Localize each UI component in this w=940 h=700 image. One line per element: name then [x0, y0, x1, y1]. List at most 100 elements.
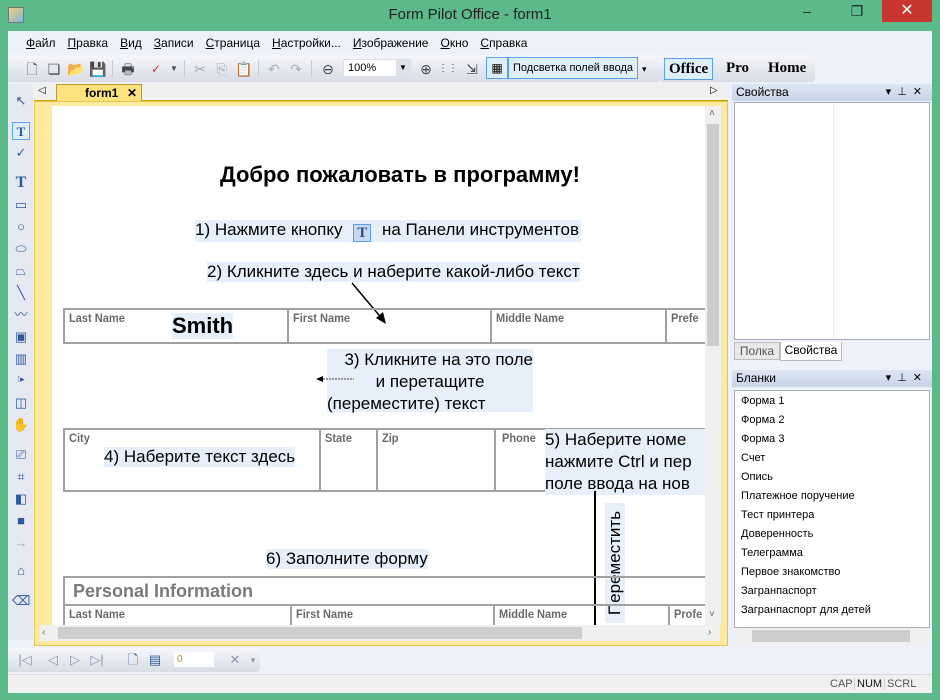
horizontal-scroll-thumb[interactable]: [58, 627, 582, 639]
tab-properties[interactable]: Свойства: [780, 342, 842, 361]
paste-icon[interactable]: 📋: [234, 59, 254, 79]
toolbar-overflow-icon[interactable]: ▾: [642, 64, 647, 75]
hand-icon[interactable]: ✋: [12, 416, 30, 434]
menu-page[interactable]: Страница: [200, 32, 266, 54]
edition-home-button[interactable]: Home: [764, 58, 810, 80]
menu-image[interactable]: Изображение: [347, 32, 435, 54]
scroll-up-icon[interactable]: ˄: [709, 108, 715, 119]
delete-record-icon[interactable]: ✕: [226, 651, 244, 669]
next-record-icon[interactable]: ▷: [66, 651, 84, 669]
list-item[interactable]: Счет: [741, 452, 765, 464]
list-item[interactable]: Телеграмма: [741, 547, 803, 559]
last-name-value[interactable]: Smith: [172, 313, 234, 339]
line-icon[interactable]: ╲: [12, 284, 30, 302]
tab-scroll-left-icon[interactable]: ◁: [38, 85, 46, 96]
list-item[interactable]: Загранпаспорт: [741, 585, 817, 597]
copy-icon[interactable]: ⎘: [212, 59, 232, 79]
new-icon[interactable]: 🗋: [22, 59, 42, 79]
scroll-right-icon[interactable]: ›: [708, 627, 711, 638]
list-item[interactable]: Платежное поручение: [741, 490, 855, 502]
forms-list-scroll-thumb[interactable]: [752, 630, 910, 642]
list-item[interactable]: Тест принтера: [741, 509, 814, 521]
pi-last-name-field[interactable]: Last Name: [65, 606, 292, 625]
print-icon[interactable]: 🖶: [118, 59, 138, 79]
toolbar-overflow-icon[interactable]: ▾: [248, 651, 258, 669]
checkmark-icon[interactable]: ✓: [12, 144, 30, 162]
edition-pro-button[interactable]: Pro: [722, 58, 753, 80]
menu-settings[interactable]: Настройки...: [266, 32, 347, 54]
vertical-scroll-thumb[interactable]: [707, 124, 719, 346]
record-number-input[interactable]: 0: [174, 652, 214, 667]
stamp-icon[interactable]: ⎚: [12, 446, 30, 464]
close-button[interactable]: ✕: [882, 0, 932, 22]
zip-field[interactable]: Zip: [378, 430, 496, 490]
prefix-field[interactable]: Prefe: [667, 310, 705, 342]
panel-controls-icon[interactable]: ▾⊥✕: [886, 84, 928, 101]
frame-icon[interactable]: ◧: [12, 490, 30, 508]
highlight-fields-button[interactable]: Подсветка полей ввода: [508, 57, 638, 79]
menu-view[interactable]: Вид: [114, 32, 148, 54]
scan-icon[interactable]: ◫: [12, 394, 30, 412]
record-list-icon[interactable]: ▤: [146, 651, 164, 669]
first-record-icon[interactable]: |◁: [16, 651, 34, 669]
open-folder-icon[interactable]: 📂: [66, 59, 86, 79]
panel-controls-icon[interactable]: ▾⊥✕: [886, 370, 928, 387]
minimize-button[interactable]: –: [782, 0, 832, 22]
first-name-field[interactable]: First Name: [289, 310, 492, 342]
menu-help[interactable]: Справка: [474, 32, 533, 54]
cut-icon[interactable]: ✂: [190, 59, 210, 79]
menu-records[interactable]: Записи: [148, 32, 200, 54]
rectangle-icon[interactable]: ▭: [12, 196, 30, 214]
list-item[interactable]: Форма 3: [741, 433, 784, 445]
zoom-out-icon[interactable]: ⊖: [318, 59, 338, 79]
list-item[interactable]: Загранпаспорт для детей: [741, 604, 871, 616]
highlight-fields-icon[interactable]: ▦: [486, 57, 508, 79]
undo-icon[interactable]: ↶: [264, 59, 284, 79]
spellcheck-icon[interactable]: ✓: [146, 59, 166, 79]
tab-shelf[interactable]: Полка: [734, 342, 780, 360]
circle-icon[interactable]: ○: [12, 218, 30, 236]
text-icon[interactable]: T: [12, 174, 30, 192]
step4-text[interactable]: 4) Наберите текст здесь: [104, 447, 296, 467]
ellipse-icon[interactable]: ⬭: [12, 240, 30, 258]
chevron-down-icon[interactable]: ▼: [396, 60, 410, 76]
scroll-down-icon[interactable]: ˅: [709, 609, 715, 620]
menu-file[interactable]: Файл: [20, 32, 62, 54]
scroll-left-icon[interactable]: ‹: [42, 627, 45, 638]
list-item[interactable]: Форма 1: [741, 395, 784, 407]
properties-grid[interactable]: [734, 102, 930, 340]
list-item[interactable]: Доверенность: [741, 528, 813, 540]
last-record-icon[interactable]: ▷|: [88, 651, 106, 669]
barcode-icon[interactable]: ▥: [12, 350, 30, 368]
menu-edit[interactable]: Правка: [62, 32, 115, 54]
pi-prefix-field[interactable]: Profe: [670, 606, 705, 625]
text-field-icon[interactable]: T: [12, 122, 30, 140]
home-icon[interactable]: ⌂: [12, 562, 30, 580]
middle-name-field[interactable]: Middle Name: [492, 310, 667, 342]
chevron-down-icon[interactable]: ▼: [164, 59, 184, 79]
menu-window[interactable]: Окно: [434, 32, 474, 54]
polygon-icon[interactable]: ⏢: [12, 262, 30, 280]
new-record-icon[interactable]: 🗋: [124, 651, 142, 669]
zoom-in-icon[interactable]: ⊕: [416, 59, 436, 79]
wave-icon[interactable]: 〰: [12, 306, 30, 324]
tab-scroll-right-icon[interactable]: ▷: [710, 85, 718, 96]
close-tab-icon[interactable]: ✕: [127, 85, 137, 101]
list-item[interactable]: Опись: [741, 471, 773, 483]
image-icon[interactable]: ▣: [12, 328, 30, 346]
move-icon[interactable]: ⇲: [462, 59, 482, 79]
new-copy-icon[interactable]: ❏: [44, 59, 64, 79]
arrow-right-icon[interactable]: →: [12, 534, 30, 552]
pointer-icon[interactable]: ↖: [12, 92, 30, 110]
tab-form1[interactable]: form1 ✕: [56, 84, 142, 102]
prev-record-icon[interactable]: ◁: [44, 651, 62, 669]
form-page[interactable]: Добро пожаловать в программу! 1) Нажмите…: [52, 106, 705, 625]
crop-icon[interactable]: ⌗: [12, 468, 30, 486]
grid-icon[interactable]: ⋮⋮: [438, 59, 458, 79]
pi-middle-name-field[interactable]: Middle Name: [495, 606, 670, 625]
step5-text[interactable]: 5) Наберите номе нажмите Ctrl и пер поле…: [545, 429, 705, 495]
save-icon[interactable]: 💾: [88, 59, 108, 79]
redo-icon[interactable]: ↷: [286, 59, 306, 79]
expand-icon[interactable]: ⁝▸: [12, 370, 30, 388]
list-item[interactable]: Первое знакомство: [741, 566, 840, 578]
